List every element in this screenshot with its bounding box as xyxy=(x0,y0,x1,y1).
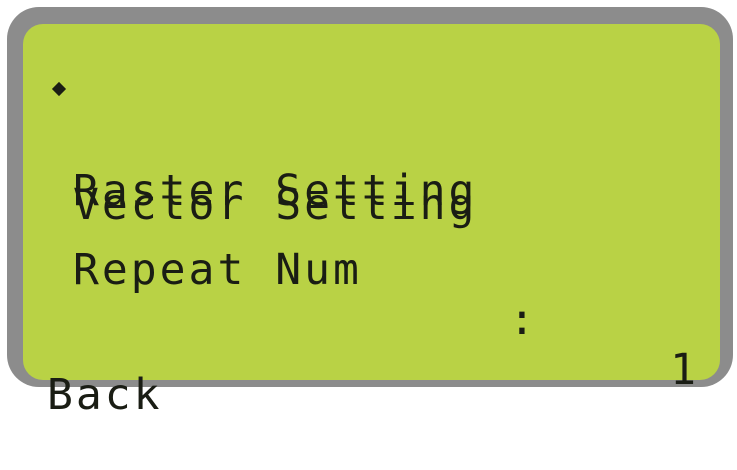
back-label: Back xyxy=(47,370,163,420)
menu-item-raster-setting[interactable]: Raster Setting xyxy=(23,66,720,216)
back-button[interactable]: Back xyxy=(23,320,720,420)
lcd-bezel: Raster Setting Vector Setting Repeat Num… xyxy=(7,7,733,420)
lcd-screen: Raster Setting Vector Setting Repeat Num… xyxy=(23,24,720,420)
menu-item-label: Repeat Num xyxy=(73,245,362,295)
diamond-cursor-icon xyxy=(51,81,67,97)
menu-item-vector-setting[interactable]: Vector Setting xyxy=(23,130,720,230)
menu-item-repeat-num[interactable]: Repeat Num : 1 xyxy=(23,195,720,395)
